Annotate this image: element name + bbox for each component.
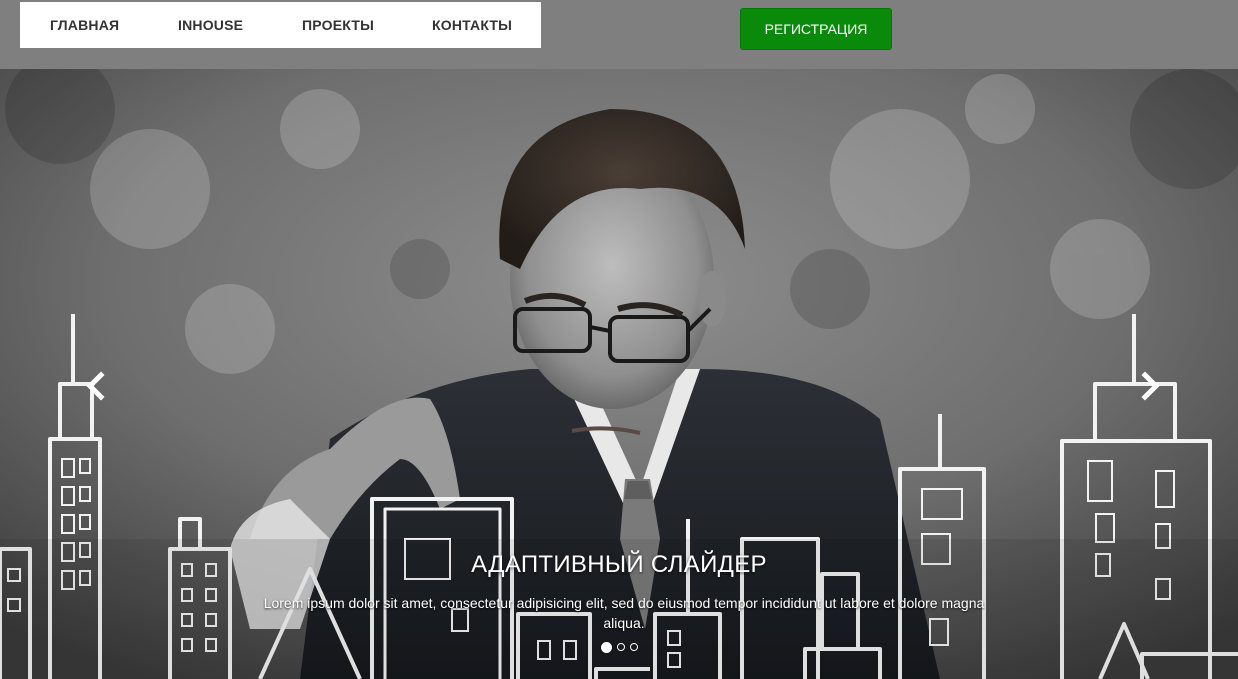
slider-dot-1[interactable]	[601, 642, 612, 653]
slider-dot-2[interactable]	[617, 643, 625, 651]
nav-item-projects[interactable]: ПРОЕКТЫ	[302, 17, 374, 33]
chevron-right-icon[interactable]	[1134, 371, 1164, 401]
nav-item-home[interactable]: ГЛАВНАЯ	[50, 17, 119, 33]
register-button[interactable]: РЕГИСТРАЦИЯ	[741, 9, 891, 49]
nav-item-contacts[interactable]: КОНТАКТЫ	[432, 17, 512, 33]
main-nav: ГЛАВНАЯ INHOUSE ПРОЕКТЫ КОНТАКТЫ	[20, 2, 541, 48]
chevron-left-icon[interactable]	[82, 371, 112, 401]
image-slider: АДАПТИВНЫЙ СЛАЙДЕР Lorem ipsum dolor sit…	[0, 69, 1238, 679]
slide-caption-text: Lorem ipsum dolor sit amet, consectetur …	[263, 595, 985, 631]
slider-pagination	[601, 642, 638, 653]
nav-item-inhouse[interactable]: INHOUSE	[178, 17, 243, 33]
slide-caption-title: АДАПТИВНЫЙ СЛАЙДЕР	[471, 551, 767, 578]
slide-image	[0, 69, 1238, 679]
top-bar: ГЛАВНАЯ INHOUSE ПРОЕКТЫ КОНТАКТЫ РЕГИСТР…	[0, 0, 1238, 69]
slider-dot-3[interactable]	[630, 643, 638, 651]
